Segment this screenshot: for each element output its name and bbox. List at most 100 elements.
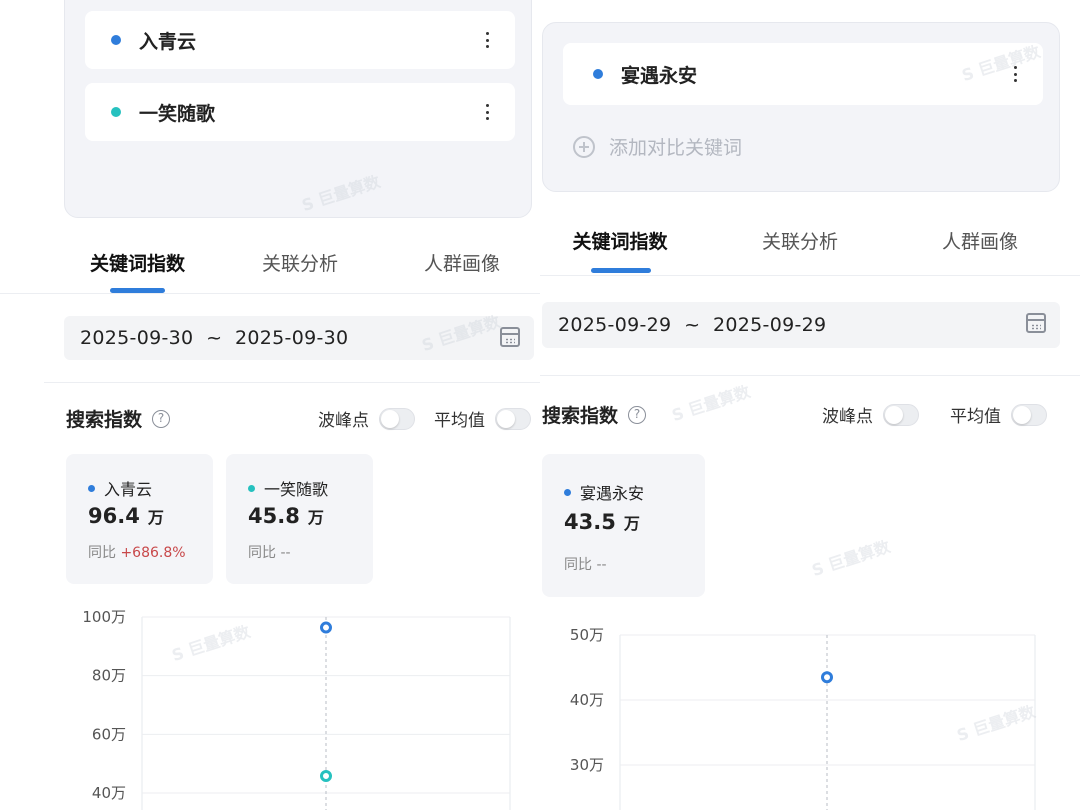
average-toggle-group: 平均值	[434, 406, 531, 431]
metric-yoy: 同比 --	[564, 554, 607, 574]
metric-keyword: 入青云	[104, 480, 153, 499]
y-tick-label: 50万	[570, 626, 604, 644]
metric-keyword: 一笑随歌	[264, 480, 329, 499]
peak-toggle-group: 波峰点	[318, 406, 415, 431]
metric-card[interactable]: 入青云 96.4 万 同比 +686.8%	[66, 454, 213, 584]
yoy-label: 同比	[564, 557, 592, 573]
metric-number: 43.5	[564, 510, 616, 534]
help-icon[interactable]: ?	[628, 405, 647, 424]
keyword-card[interactable]: 宴遇永安	[563, 43, 1043, 105]
metric-yoy: 同比 --	[248, 542, 291, 562]
series-color-dot	[111, 107, 121, 117]
yoy-label: 同比	[248, 545, 276, 561]
average-toggle-group: 平均值	[950, 402, 1047, 427]
search-index-chart: 40万 60万 80万 100万	[0, 600, 540, 810]
y-tick-label: 40万	[92, 784, 126, 802]
add-keyword-label: 添加对比关键词	[609, 137, 743, 159]
peak-label: 波峰点	[822, 407, 873, 427]
more-options-icon[interactable]	[1013, 66, 1017, 82]
keyword-list-box: 入青云 一笑随歌	[64, 0, 532, 218]
y-tick-label: 30万	[570, 756, 604, 774]
keyword-label: 一笑随歌	[139, 102, 216, 125]
section-title: 搜索指数 ?	[66, 405, 171, 432]
average-toggle[interactable]	[1011, 403, 1047, 426]
more-options-icon[interactable]	[485, 32, 489, 48]
chart-svg: 30万 40万 50万	[570, 626, 1036, 810]
keyword-label: 入青云	[139, 30, 197, 53]
y-tick-label: 100万	[82, 608, 126, 626]
metric-value: 96.4 万	[88, 504, 164, 528]
date-range-text: 2025-09-30 ~ 2025-09-30	[80, 327, 349, 349]
series-color-dot	[593, 69, 603, 79]
metric-unit: 万	[623, 514, 640, 533]
date-range-text: 2025-09-29 ~ 2025-09-29	[558, 314, 827, 336]
tab-keyword-index[interactable]: 关键词指数	[80, 234, 195, 294]
divider	[44, 382, 540, 383]
tab-audience-profile[interactable]: 人群画像	[412, 234, 512, 294]
average-label: 平均值	[434, 411, 485, 431]
tab-bar: 关键词指数 关联分析 人群画像	[540, 212, 1080, 276]
chart-svg: 40万 60万 80万 100万	[82, 608, 511, 810]
y-tick-label: 80万	[92, 667, 126, 685]
y-tick-label: 40万	[570, 691, 604, 709]
tab-keyword-index[interactable]: 关键词指数	[560, 212, 680, 272]
section-title: 搜索指数 ?	[542, 401, 647, 428]
tab-audience-profile[interactable]: 人群画像	[930, 212, 1030, 272]
yoy-value: --	[596, 557, 607, 573]
right-panel: 宴遇永安 添加对比关键词 关键词指数 关联分析 人群画像 2025-09-29 …	[540, 0, 1080, 810]
divider	[540, 375, 1080, 376]
active-tab-indicator	[591, 268, 651, 273]
peak-toggle[interactable]	[379, 407, 415, 430]
metric-card[interactable]: 宴遇永安 43.5 万 同比 --	[542, 454, 705, 597]
watermark: S 巨量算数	[809, 536, 893, 580]
data-point	[821, 671, 833, 684]
metric-unit: 万	[147, 508, 164, 527]
metric-name: 宴遇永安	[564, 480, 644, 504]
average-toggle[interactable]	[495, 407, 531, 430]
date-range-picker[interactable]: 2025-09-30 ~ 2025-09-30	[64, 316, 534, 360]
active-tab-indicator	[110, 288, 165, 293]
peak-label: 波峰点	[318, 411, 369, 431]
yoy-value: --	[280, 545, 291, 561]
search-index-title: 搜索指数	[66, 409, 143, 431]
metric-card[interactable]: 一笑随歌 45.8 万 同比 --	[226, 454, 373, 584]
metric-name: 一笑随歌	[248, 476, 328, 500]
series-color-dot	[88, 484, 95, 492]
help-icon[interactable]: ?	[152, 409, 171, 428]
peak-toggle-group: 波峰点	[822, 402, 919, 427]
tab-bar: 关键词指数 关联分析 人群画像	[0, 234, 540, 294]
yoy-value: +686.8%	[120, 545, 186, 561]
series-color-dot	[111, 35, 121, 45]
metric-number: 45.8	[248, 504, 300, 528]
series-color-dot	[564, 488, 571, 496]
y-tick-label: 60万	[92, 725, 126, 743]
tab-related-analysis[interactable]: 关联分析	[250, 234, 350, 294]
keyword-card[interactable]: 入青云	[85, 11, 515, 69]
metric-number: 96.4	[88, 504, 140, 528]
data-point	[320, 621, 332, 634]
left-panel: 入青云 一笑随歌 关键词指数 关联分析 人群画像 2025-09-30 ~ 20…	[0, 0, 540, 810]
keyword-label: 宴遇永安	[621, 64, 698, 87]
watermark: S 巨量算数	[669, 381, 753, 425]
date-range-picker[interactable]: 2025-09-29 ~ 2025-09-29	[542, 302, 1060, 348]
search-index-chart: 30万 40万 50万	[540, 615, 1080, 810]
yoy-label: 同比	[88, 545, 116, 561]
keyword-card[interactable]: 一笑随歌	[85, 83, 515, 141]
data-point	[320, 769, 332, 782]
metric-yoy: 同比 +686.8%	[88, 542, 186, 562]
tab-related-analysis[interactable]: 关联分析	[750, 212, 850, 272]
more-options-icon[interactable]	[485, 104, 489, 120]
add-compare-keyword-button[interactable]: 添加对比关键词	[573, 133, 742, 160]
average-label: 平均值	[950, 407, 1001, 427]
calendar-icon[interactable]	[500, 327, 520, 347]
metric-value: 45.8 万	[248, 504, 324, 528]
metric-name: 入青云	[88, 476, 152, 500]
metric-unit: 万	[307, 508, 324, 527]
metric-value: 43.5 万	[564, 510, 640, 534]
peak-toggle[interactable]	[883, 403, 919, 426]
calendar-icon[interactable]	[1026, 313, 1046, 333]
search-index-title: 搜索指数	[542, 405, 619, 427]
metric-keyword: 宴遇永安	[580, 484, 645, 503]
add-icon	[573, 135, 595, 158]
keyword-list-box: 宴遇永安 添加对比关键词	[542, 22, 1060, 192]
